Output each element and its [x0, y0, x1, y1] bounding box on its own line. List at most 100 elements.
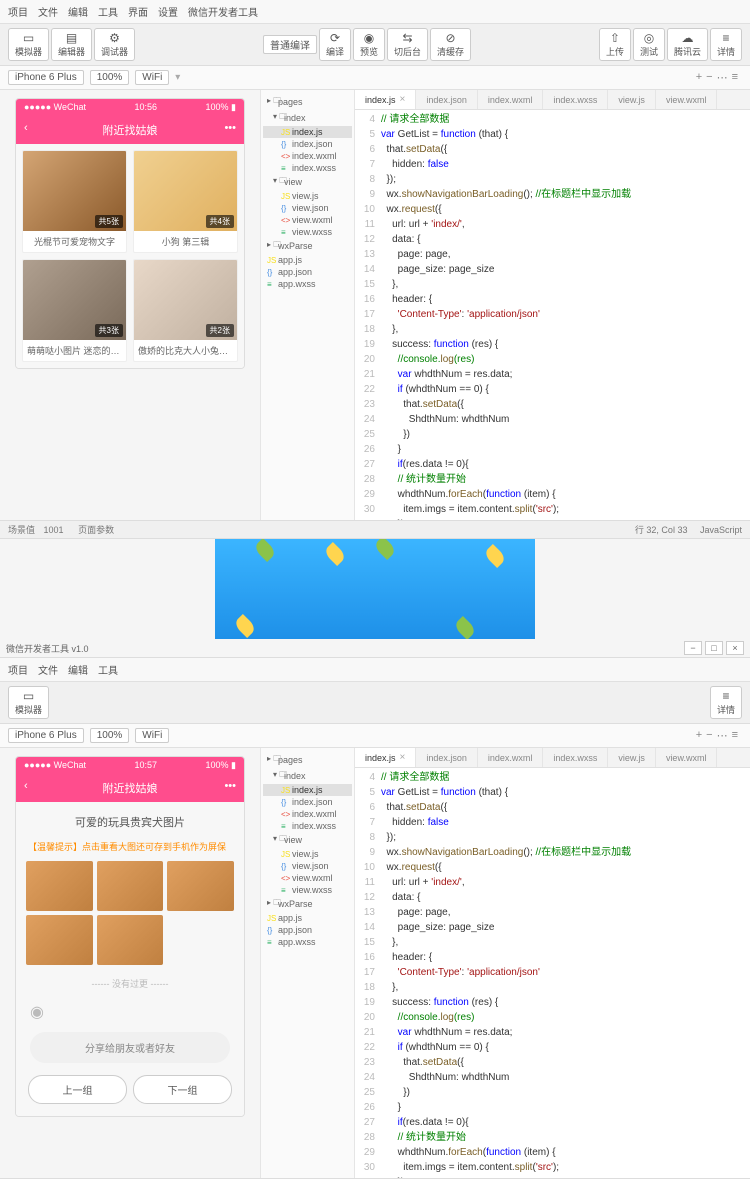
- network-select[interactable]: WiFi: [135, 70, 169, 85]
- menu-edit[interactable]: 编辑: [68, 4, 88, 19]
- zoom-select[interactable]: 100%: [90, 70, 130, 85]
- menu-file[interactable]: 文件: [38, 662, 58, 677]
- menu-settings[interactable]: 设置: [158, 4, 178, 19]
- file-index[interactable]: ▾ 🗀index: [263, 768, 352, 784]
- tab-index.js[interactable]: index.js×: [355, 748, 416, 767]
- details-button[interactable]: ≡详情: [710, 686, 742, 719]
- share-button[interactable]: 分享给朋友或者好友: [30, 1032, 230, 1063]
- file-view.wxml[interactable]: <>view.wxml: [263, 872, 352, 884]
- close-button[interactable]: ×: [726, 641, 744, 655]
- image-card[interactable]: 共5张光棍节可爱宠物文字: [22, 150, 127, 253]
- file-index.wxml[interactable]: <>index.wxml: [263, 150, 352, 162]
- file-index.wxss[interactable]: ≡index.wxss: [263, 820, 352, 832]
- menu-project[interactable]: 项目: [8, 662, 28, 677]
- device-model-select[interactable]: iPhone 6 Plus: [8, 728, 84, 743]
- file-index.js[interactable]: JSindex.js: [263, 126, 352, 138]
- clear-cache-button[interactable]: ⊘清缓存: [430, 28, 471, 61]
- tab-index.js[interactable]: index.js×: [355, 90, 416, 109]
- back-icon[interactable]: ‹: [24, 122, 28, 134]
- zoom-select[interactable]: 100%: [90, 728, 130, 743]
- file-app.json[interactable]: {}app.json: [263, 266, 352, 278]
- simulator-toggle-button[interactable]: ▭模拟器: [8, 686, 49, 719]
- thumbnail[interactable]: [26, 861, 93, 911]
- file-index.wxss[interactable]: ≡index.wxss: [263, 162, 352, 174]
- more-icon[interactable]: •••: [224, 780, 236, 792]
- file-app.wxss[interactable]: ≡app.wxss: [263, 936, 352, 948]
- compile-button[interactable]: ⟳编译: [319, 28, 351, 61]
- menu-tools[interactable]: 工具: [98, 662, 118, 677]
- thumbnail[interactable]: [97, 861, 164, 911]
- network-select[interactable]: WiFi: [135, 728, 169, 743]
- collapse-button[interactable]: −: [706, 71, 712, 84]
- code-editor[interactable]: 4// 请求全部数据5var GetList = function (that)…: [355, 768, 750, 1178]
- back-icon[interactable]: ‹: [24, 780, 28, 792]
- menu-devtools[interactable]: 微信开发者工具: [188, 4, 258, 19]
- tab-index.wxml[interactable]: index.wxml: [478, 748, 544, 767]
- file-app.json[interactable]: {}app.json: [263, 924, 352, 936]
- file-index[interactable]: ▾ 🗀index: [263, 110, 352, 126]
- debugger-toggle-button[interactable]: ⚙调试器: [94, 28, 135, 61]
- tab-index.wxss[interactable]: index.wxss: [543, 748, 608, 767]
- menu-ui[interactable]: 界面: [128, 4, 148, 19]
- image-card[interactable]: 共2张傲娇的比克大人小兔子图片: [133, 259, 238, 362]
- file-view.wxss[interactable]: ≡view.wxss: [263, 226, 352, 238]
- file-index.wxml[interactable]: <>index.wxml: [263, 808, 352, 820]
- file-index.json[interactable]: {}index.json: [263, 796, 352, 808]
- file-index.js[interactable]: JSindex.js: [263, 784, 352, 796]
- minimize-button[interactable]: −: [684, 641, 702, 655]
- tab-index.json[interactable]: index.json: [416, 90, 478, 109]
- next-button[interactable]: 下一组: [133, 1075, 232, 1104]
- test-button[interactable]: ◎测试: [633, 28, 665, 61]
- file-pages[interactable]: ▸ 🗀pages: [263, 752, 352, 768]
- add-file-button[interactable]: +: [696, 729, 702, 742]
- image-card[interactable]: 共4张小狗 第三辑: [133, 150, 238, 253]
- add-file-button[interactable]: +: [696, 71, 702, 84]
- file-view.js[interactable]: JSview.js: [263, 848, 352, 860]
- more-icon[interactable]: •••: [224, 122, 236, 134]
- file-index.json[interactable]: {}index.json: [263, 138, 352, 150]
- more-button[interactable]: ⋯: [717, 729, 728, 742]
- file-view.js[interactable]: JSview.js: [263, 190, 352, 202]
- thumbnail[interactable]: [26, 915, 93, 965]
- details-button[interactable]: ≡详情: [710, 28, 742, 61]
- menu-tools[interactable]: 工具: [98, 4, 118, 19]
- file-view[interactable]: ▾ 🗀view: [263, 174, 352, 190]
- close-tab-icon[interactable]: ×: [400, 752, 406, 763]
- file-view.json[interactable]: {}view.json: [263, 860, 352, 872]
- tab-index.wxss[interactable]: index.wxss: [543, 90, 608, 109]
- file-app.js[interactable]: JSapp.js: [263, 912, 352, 924]
- image-card[interactable]: 共3张萌萌哒小图片 迷恋的苏格兰折…: [22, 259, 127, 362]
- tab-view.js[interactable]: view.js: [608, 90, 656, 109]
- compile-mode-select[interactable]: 普通编译: [263, 35, 317, 54]
- tab-view.wxml[interactable]: view.wxml: [656, 748, 718, 767]
- menu-button[interactable]: ≡: [732, 729, 738, 742]
- file-pages[interactable]: ▸ 🗀pages: [263, 94, 352, 110]
- preview-button[interactable]: ◉预览: [353, 28, 385, 61]
- thumbnail[interactable]: [167, 861, 234, 911]
- upload-button[interactable]: ⇧上传: [599, 28, 631, 61]
- tab-view.wxml[interactable]: view.wxml: [656, 90, 718, 109]
- switch-bg-button[interactable]: ⇆切后台: [387, 28, 428, 61]
- file-view.json[interactable]: {}view.json: [263, 202, 352, 214]
- close-tab-icon[interactable]: ×: [400, 94, 406, 105]
- simulator-toggle-button[interactable]: ▭模拟器: [8, 28, 49, 61]
- tab-index.json[interactable]: index.json: [416, 748, 478, 767]
- file-wxParse[interactable]: ▸ 🗀wxParse: [263, 896, 352, 912]
- prev-button[interactable]: 上一组: [28, 1075, 127, 1104]
- thumbnail[interactable]: [97, 915, 164, 965]
- file-view[interactable]: ▾ 🗀view: [263, 832, 352, 848]
- maximize-button[interactable]: □: [705, 641, 723, 655]
- editor-toggle-button[interactable]: ▤编辑器: [51, 28, 92, 61]
- tab-view.js[interactable]: view.js: [608, 748, 656, 767]
- menu-project[interactable]: 项目: [8, 4, 28, 19]
- file-app.js[interactable]: JSapp.js: [263, 254, 352, 266]
- device-model-select[interactable]: iPhone 6 Plus: [8, 70, 84, 85]
- file-wxParse[interactable]: ▸ 🗀wxParse: [263, 238, 352, 254]
- menu-edit[interactable]: 编辑: [68, 662, 88, 677]
- collapse-button[interactable]: −: [706, 729, 712, 742]
- more-button[interactable]: ⋯: [717, 71, 728, 84]
- code-editor[interactable]: 4// 请求全部数据5var GetList = function (that)…: [355, 110, 750, 520]
- menu-file[interactable]: 文件: [38, 4, 58, 19]
- file-view.wxml[interactable]: <>view.wxml: [263, 214, 352, 226]
- tab-index.wxml[interactable]: index.wxml: [478, 90, 544, 109]
